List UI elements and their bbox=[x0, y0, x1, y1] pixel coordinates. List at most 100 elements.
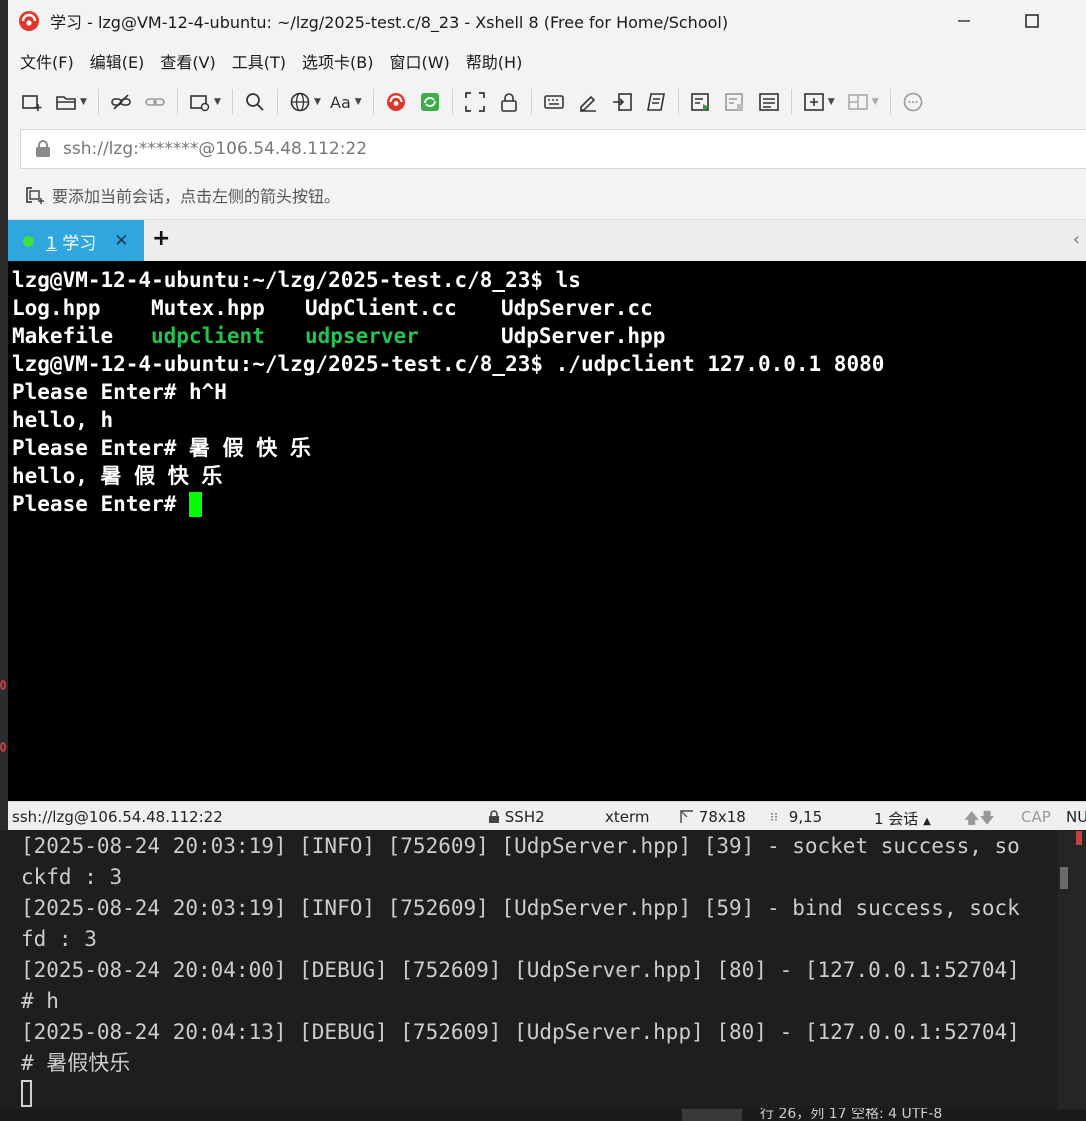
session-hint-text: 要添加当前会话，点击左侧的箭头按钮。 bbox=[52, 187, 341, 206]
new-tab-group-button[interactable] bbox=[800, 88, 828, 116]
log-line bbox=[21, 1079, 1020, 1110]
fullscreen-button[interactable] bbox=[461, 88, 489, 116]
terminal-line: hello, 暑 假 快 乐 bbox=[12, 464, 223, 488]
maximize-icon bbox=[1025, 14, 1039, 28]
xshell-logo-icon bbox=[19, 11, 39, 31]
log-line: [2025-08-24 20:04:00] [DEBUG] [752609] [… bbox=[21, 958, 1020, 982]
scrollbar-thumb[interactable] bbox=[1060, 867, 1068, 889]
log-scrollbar[interactable] bbox=[1058, 831, 1086, 1109]
status-sessions[interactable]: 1 会话 ▲ bbox=[874, 808, 931, 829]
editor-status-text: 行 26，列 17 空格: 4 UTF-8 bbox=[760, 1108, 943, 1121]
close-icon[interactable]: ✕ bbox=[114, 231, 128, 251]
address-bar[interactable]: ssh://lzg:*******@106.54.48.112:22 bbox=[20, 129, 1086, 169]
xftp-icon bbox=[420, 93, 439, 111]
chevron-down-icon[interactable]: ▼ bbox=[314, 97, 324, 107]
document-icon bbox=[758, 93, 779, 111]
transfer-icon bbox=[612, 93, 632, 111]
edge-icon bbox=[0, 742, 6, 752]
chevron-down-icon[interactable]: ▼ bbox=[214, 97, 224, 107]
arrow-down-icon: 🡇 bbox=[979, 809, 995, 827]
chevron-up-icon: ▲ bbox=[923, 816, 931, 827]
pen-icon bbox=[579, 95, 596, 112]
terminal-line: hello, h bbox=[12, 408, 114, 432]
log-line: [2025-08-24 20:03:19] [INFO] [752609] [U… bbox=[21, 896, 1020, 920]
search-icon bbox=[246, 93, 264, 111]
server-log-terminal[interactable]: [2025-08-24 20:03:19] [INFO] [752609] [U… bbox=[0, 831, 1086, 1109]
xftp-button[interactable] bbox=[416, 88, 444, 116]
lock-icon bbox=[36, 140, 50, 157]
address-input[interactable]: ssh://lzg:*******@106.54.48.112:22 bbox=[63, 139, 367, 159]
tab-session-1[interactable]: 1 学习 ✕ bbox=[8, 220, 144, 262]
keyboard-button[interactable] bbox=[540, 88, 568, 116]
xshell-window: 学习 - lzg@VM-12-4-ubuntu: ~/lzg/2025-test… bbox=[8, 0, 1086, 830]
log-view-button[interactable] bbox=[755, 88, 783, 116]
maximize-button[interactable] bbox=[1012, 8, 1052, 34]
font-button[interactable]: Aa bbox=[330, 93, 351, 112]
menu-tabs[interactable]: 选项卡(B) bbox=[302, 49, 373, 73]
toolbar-divider bbox=[177, 89, 178, 115]
properties-button[interactable] bbox=[186, 88, 214, 116]
add-session-arrow-icon[interactable] bbox=[24, 185, 46, 205]
log-line: # h bbox=[21, 989, 59, 1013]
toolbar-divider bbox=[530, 89, 532, 115]
chevron-down-icon[interactable]: ▼ bbox=[355, 97, 365, 107]
status-size: 78x18 bbox=[680, 808, 746, 826]
log-line: fd : 3 bbox=[21, 927, 97, 951]
toolbar-divider bbox=[232, 89, 233, 115]
editor-status-item[interactable] bbox=[682, 1109, 742, 1121]
start-log-button[interactable] bbox=[687, 88, 715, 116]
menu-file[interactable]: 文件(F) bbox=[20, 49, 74, 73]
encoding-button[interactable] bbox=[286, 88, 314, 116]
menu-help[interactable]: 帮助(H) bbox=[466, 49, 523, 73]
terminal-screen[interactable]: lzg@VM-12-4-ubuntu:~/lzg/2025-test.c/8_2… bbox=[8, 261, 1086, 801]
stop-log-button[interactable] bbox=[721, 88, 749, 116]
menu-window[interactable]: 窗口(W) bbox=[389, 49, 449, 73]
script-button[interactable] bbox=[642, 88, 670, 116]
resize-icon bbox=[680, 810, 693, 823]
disconnect-button[interactable] bbox=[107, 88, 135, 116]
chevron-left-icon[interactable]: ‹ bbox=[1073, 229, 1080, 250]
reconnect-button[interactable] bbox=[141, 88, 169, 116]
toolbar-divider bbox=[677, 89, 679, 115]
terminal-line: Log.hpp Mutex.hpp UdpClient.cc UdpServer.cc bbox=[12, 296, 653, 320]
keyboard-icon bbox=[543, 95, 564, 109]
chevron-down-icon[interactable]: ▼ bbox=[80, 97, 90, 107]
lock-icon bbox=[500, 93, 517, 112]
toolbar-divider bbox=[790, 89, 792, 115]
toolbar-divider bbox=[372, 89, 374, 115]
link-icon bbox=[145, 98, 165, 106]
menu-view[interactable]: 查看(V) bbox=[160, 49, 215, 73]
menu-edit[interactable]: 编辑(E) bbox=[90, 49, 145, 73]
toolbar-divider bbox=[277, 89, 278, 115]
minimize-button[interactable] bbox=[944, 8, 984, 34]
up-down-arrows[interactable]: 🡅🡇 bbox=[964, 808, 995, 830]
globe-icon bbox=[290, 92, 310, 112]
status-connection: ssh://lzg@106.54.48.112:22 bbox=[12, 808, 223, 826]
xshell-button[interactable] bbox=[382, 88, 410, 116]
log-line: [2025-08-24 20:03:19] [INFO] [752609] [U… bbox=[21, 834, 1020, 858]
chevron-down-icon[interactable]: ▼ bbox=[828, 97, 838, 107]
scroll-marker bbox=[1076, 831, 1082, 845]
minimize-icon bbox=[958, 20, 970, 22]
terminal-line: Please Enter# 暑 假 快 乐 bbox=[12, 436, 311, 460]
open-session-button[interactable] bbox=[52, 88, 80, 116]
compose-button[interactable] bbox=[574, 88, 602, 116]
lock-button[interactable] bbox=[495, 88, 523, 116]
log-cursor bbox=[21, 1080, 32, 1107]
transfer-button[interactable] bbox=[608, 88, 636, 116]
find-button[interactable] bbox=[241, 88, 269, 116]
menu-bar: 文件(F) 编辑(E) 查看(V) 工具(T) 选项卡(B) 窗口(W) 帮助(… bbox=[8, 46, 538, 76]
xshell-icon bbox=[386, 93, 405, 111]
tab-bar: 1 学习 ✕ + ‹ bbox=[8, 219, 1086, 262]
layout-button[interactable] bbox=[844, 88, 872, 116]
chevron-down-icon[interactable]: ▼ bbox=[872, 97, 882, 107]
script-icon bbox=[646, 93, 665, 111]
toolbar-divider bbox=[451, 89, 453, 115]
menu-tools[interactable]: 工具(T) bbox=[232, 49, 286, 73]
window-title: 学习 - lzg@VM-12-4-ubuntu: ~/lzg/2025-test… bbox=[50, 13, 729, 32]
new-session-button[interactable] bbox=[18, 88, 46, 116]
properties-icon bbox=[190, 95, 210, 112]
chat-button[interactable] bbox=[899, 88, 927, 116]
add-tab-button[interactable]: + bbox=[152, 226, 170, 251]
status-bar: ssh://lzg@106.54.48.112:22 SSH2 xterm 78… bbox=[8, 801, 1086, 830]
